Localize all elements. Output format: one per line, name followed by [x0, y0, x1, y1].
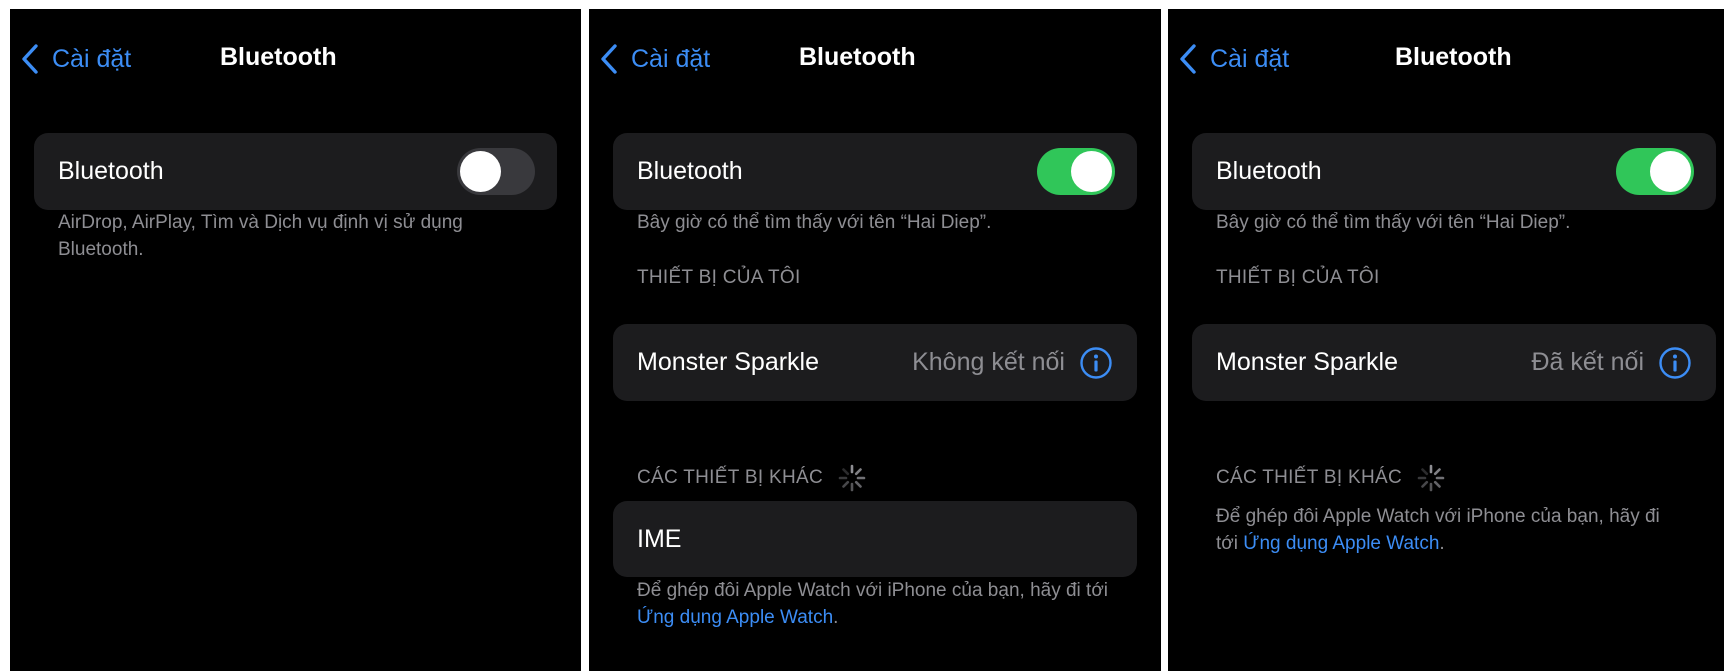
- discoverable-note: Bây giờ có thể tìm thấy với tên “Hai Die…: [637, 212, 992, 233]
- spinner-icon: [1417, 464, 1445, 492]
- bluetooth-toggle[interactable]: [1037, 148, 1115, 195]
- back-button-label: Cài đặt: [52, 44, 132, 73]
- apple-watch-app-link[interactable]: Ứng dụng Apple Watch: [637, 607, 833, 628]
- back-button-label: Cài đặt: [1210, 44, 1290, 73]
- apple-watch-app-link[interactable]: Ứng dụng Apple Watch: [1243, 533, 1439, 554]
- other-devices-header: CÁC THIẾT BỊ KHÁC: [637, 463, 867, 493]
- other-devices-header: CÁC THIẾT BỊ KHÁC: [1216, 463, 1446, 493]
- screen-bluetooth-off: Cài đặt Bluetooth Bluetooth AirDrop, Air…: [10, 9, 581, 671]
- my-devices-header: THIẾT BỊ CỦA TÔI: [1216, 267, 1380, 289]
- my-devices-header-label: THIẾT BỊ CỦA TÔI: [637, 267, 801, 288]
- chevron-left-icon: [1180, 44, 1196, 74]
- device-row-monster-sparkle[interactable]: Monster Sparkle Đã kết nối: [1192, 324, 1716, 401]
- info-circle-icon[interactable]: [1658, 346, 1692, 380]
- back-button[interactable]: Cài đặt: [599, 39, 710, 79]
- device-status: Đã kết nối: [1531, 348, 1644, 376]
- device-name: Monster Sparkle: [637, 348, 820, 376]
- apple-watch-note: Để ghép đôi Apple Watch với iPhone của b…: [637, 577, 1121, 631]
- back-button[interactable]: Cài đặt: [20, 39, 131, 79]
- bluetooth-footnote: AirDrop, AirPlay, Tìm và Dịch vụ định vị…: [58, 212, 463, 260]
- my-devices-header-label: THIẾT BỊ CỦA TÔI: [1216, 267, 1380, 288]
- chevron-left-icon: [22, 44, 38, 74]
- device-name: Monster Sparkle: [1216, 348, 1399, 376]
- toggle-knob: [1071, 151, 1112, 192]
- apple-watch-note-suffix: .: [833, 607, 839, 628]
- bluetooth-row: Bluetooth: [613, 133, 1137, 210]
- discoverable-note: Bây giờ có thể tìm thấy với tên “Hai Die…: [1216, 212, 1571, 233]
- apple-watch-note-suffix: .: [1439, 533, 1445, 554]
- chevron-left-icon: [601, 44, 617, 74]
- apple-watch-note-text: Để ghép đôi Apple Watch với iPhone của b…: [637, 580, 1109, 601]
- spinner-icon: [838, 464, 866, 492]
- other-devices-header-label: CÁC THIẾT BỊ KHÁC: [637, 467, 823, 488]
- toggle-knob: [1650, 151, 1691, 192]
- device-status: Không kết nối: [912, 348, 1065, 376]
- back-button[interactable]: Cài đặt: [1178, 39, 1289, 79]
- bluetooth-toggle[interactable]: [457, 148, 535, 195]
- screen-bluetooth-on-connected: Cài đặt Bluetooth Bluetooth Bây giờ có t…: [1168, 9, 1724, 671]
- bluetooth-toggle[interactable]: [1616, 148, 1694, 195]
- device-row-ime[interactable]: IME: [613, 501, 1137, 577]
- apple-watch-note: Để ghép đôi Apple Watch với iPhone của b…: [1216, 503, 1684, 557]
- device-row-monster-sparkle[interactable]: Monster Sparkle Không kết nối: [613, 324, 1137, 401]
- page-title: Bluetooth: [220, 43, 337, 71]
- bluetooth-row: Bluetooth: [34, 133, 557, 210]
- page-title: Bluetooth: [799, 43, 916, 71]
- toggle-knob: [460, 151, 501, 192]
- device-name: IME: [637, 524, 682, 553]
- my-devices-header: THIẾT BỊ CỦA TÔI: [637, 267, 801, 289]
- back-button-label: Cài đặt: [631, 44, 711, 73]
- bluetooth-row: Bluetooth: [1192, 133, 1716, 210]
- screen-bluetooth-on-disconnected: Cài đặt Bluetooth Bluetooth Bây giờ có t…: [589, 9, 1161, 671]
- page-title: Bluetooth: [1395, 43, 1512, 71]
- other-devices-header-label: CÁC THIẾT BỊ KHÁC: [1216, 467, 1402, 488]
- info-circle-icon[interactable]: [1079, 346, 1113, 380]
